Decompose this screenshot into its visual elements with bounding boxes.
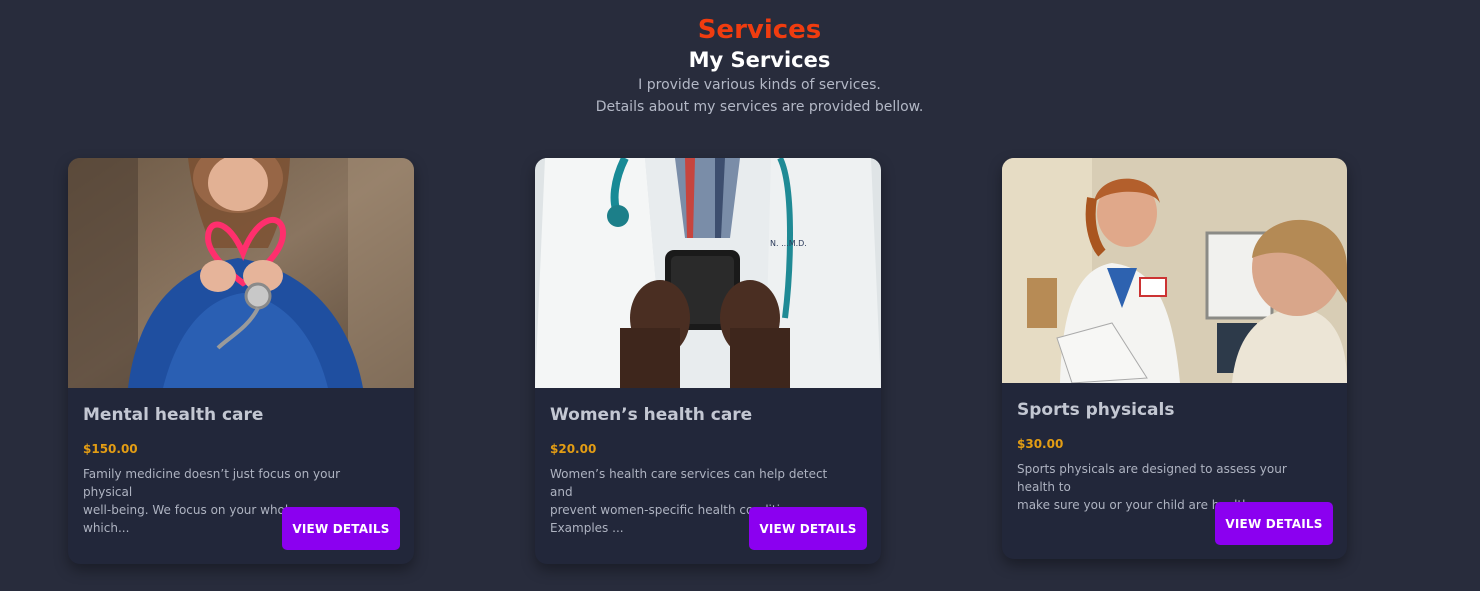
- view-details-button[interactable]: VIEW DETAILS: [1215, 502, 1333, 545]
- section-description-line-2: Details about my services are provided b…: [595, 99, 924, 115]
- service-card-sports-physicals: Sports physicals $30.00 Sports physicals…: [1002, 158, 1347, 559]
- section-title: Services: [697, 15, 822, 45]
- service-price: $150.00: [83, 442, 138, 456]
- service-price: $20.00: [550, 442, 597, 456]
- view-details-button[interactable]: VIEW DETAILS: [282, 507, 400, 550]
- service-description-line-1: Sports physicals are designed to assess …: [1017, 462, 1287, 494]
- service-title: Sports physicals: [1017, 400, 1175, 420]
- service-card-mental-health: Mental health care $150.00 Family medici…: [68, 158, 414, 564]
- service-card-womens-health: N. ...M.D. Women’s health care $20.00 Wo…: [535, 158, 881, 564]
- service-image-womens-health: N. ...M.D.: [535, 158, 881, 388]
- service-image-mental-health: [68, 158, 414, 388]
- service-title: Women’s health care: [550, 405, 753, 425]
- section-description-line-1: I provide various kinds of services.: [638, 77, 881, 93]
- view-details-button[interactable]: VIEW DETAILS: [749, 507, 867, 550]
- service-price: $30.00: [1017, 437, 1064, 451]
- service-description-line-1: Family medicine doesn’t just focus on yo…: [83, 467, 341, 499]
- service-image-sports-physicals: [1002, 158, 1347, 383]
- svg-text:N. ...M.D.: N. ...M.D.: [770, 239, 807, 248]
- service-description-line-1: Women’s health care services can help de…: [550, 467, 828, 499]
- service-title: Mental health care: [83, 405, 264, 425]
- section-subtitle: My Services: [688, 48, 831, 72]
